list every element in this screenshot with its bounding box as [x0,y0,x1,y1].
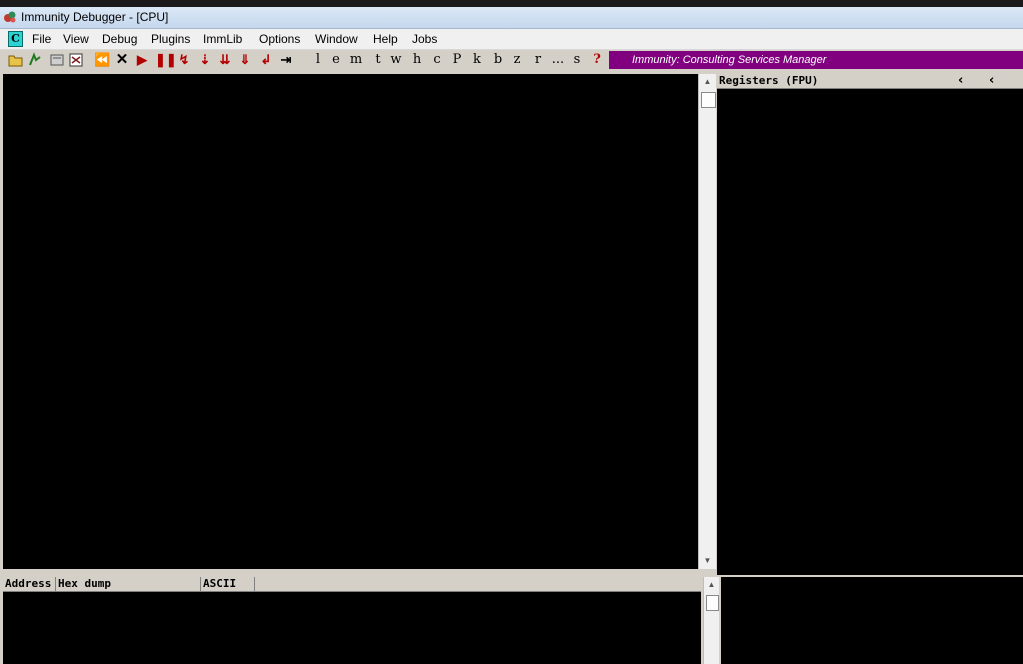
trace-into-icon[interactable]: ⇊ [217,52,233,68]
toolbar-call-stack-button[interactable]: k [471,52,483,68]
scroll-thumb[interactable] [706,595,719,611]
execute-till-return-icon[interactable]: ↲ [258,52,274,68]
promo-text: Immunity: Consulting Services Manager [632,54,827,66]
scroll-up-arrow-icon[interactable]: ▲ [699,74,716,90]
step-into-icon[interactable]: ↯ [176,52,192,68]
consulting-services-banner[interactable]: Immunity: Consulting Services Manager [609,51,1023,69]
menu-view[interactable]: View [63,32,89,46]
window-title: Immunity Debugger - [CPU] [21,10,169,24]
menu-plugins[interactable]: Plugins [151,32,190,46]
dump-scrollbar[interactable]: ▲ [703,577,719,664]
menu-help[interactable]: Help [373,32,398,46]
toolbar-references-button[interactable]: z [511,52,523,68]
menu-debug[interactable]: Debug [102,32,137,46]
toolbar-executable-modules-button[interactable]: e [330,52,342,68]
registers-header: Registers (FPU) ‹ ‹ [717,73,1023,89]
run-icon[interactable]: ▶ [135,52,149,68]
title-bar: Immunity Debugger - [CPU] [0,7,1023,29]
top-edge-strip [0,0,1023,7]
pause-icon[interactable]: ❚❚ [155,52,177,68]
column-hex-dump[interactable]: Hex dump [56,577,201,591]
toolbar-run-trace-button[interactable]: r [532,52,544,68]
toolbar-patches-button[interactable]: P [451,52,463,68]
column-ascii[interactable]: ASCII [201,577,255,591]
app-icon [4,11,16,23]
step-over-icon[interactable]: ⇣ [197,52,213,68]
open-folder-icon[interactable] [8,52,24,68]
rewind-icon[interactable]: ⏪ [94,52,110,68]
toolbar-memory-button[interactable]: m [349,52,363,68]
close-program-icon[interactable] [49,52,65,68]
toolbar-cpu-button[interactable]: c [431,52,443,68]
toolbar-threads-button[interactable]: t [372,52,384,68]
help-icon[interactable]: ? [591,52,603,68]
go-to-address-icon[interactable]: ⇥ [278,52,294,68]
column-address[interactable]: Address [3,577,56,591]
close-icon[interactable]: ✕ [114,52,130,68]
stack-pane[interactable] [721,577,1023,664]
disassembly-scrollbar[interactable]: ▲ ▼ [698,74,716,569]
menu-bar: C File View Debug Plugins ImmLib Options… [0,29,1023,50]
restart-icon[interactable] [27,52,43,68]
toolbar-breakpoints-button[interactable]: b [492,52,504,68]
toolbar-log-button[interactable]: l [312,52,324,68]
toolbar-source-button[interactable]: s [571,52,583,68]
scroll-thumb[interactable] [701,92,716,108]
toolbar-handles-button[interactable]: h [411,52,423,68]
dump-header: Address Hex dump ASCII [3,577,701,592]
chevron-left-icon[interactable]: ‹ [989,73,994,88]
registers-title[interactable]: Registers (FPU) [719,74,818,87]
chevron-left-icon[interactable]: ‹ [958,73,963,88]
toolbar-more-button[interactable]: ... [548,52,568,68]
toolbar-windows-button[interactable]: w [389,52,403,68]
scroll-up-arrow-icon[interactable]: ▲ [704,577,719,593]
menu-jobs[interactable]: Jobs [412,32,437,46]
cpu-window-icon[interactable]: C [8,31,23,47]
menu-file[interactable]: File [32,32,51,46]
registers-pane[interactable] [717,89,1023,575]
menu-immlib[interactable]: ImmLib [203,32,242,46]
menu-options[interactable]: Options [259,32,300,46]
dump-pane[interactable] [3,592,701,664]
trace-over-icon[interactable]: ⇓ [237,52,253,68]
disassembly-pane[interactable] [3,74,698,569]
scroll-down-arrow-icon[interactable]: ▼ [699,553,716,569]
menu-window[interactable]: Window [315,32,358,46]
window-layout-icon[interactable] [68,52,84,68]
pane-splitter[interactable] [0,570,716,576]
